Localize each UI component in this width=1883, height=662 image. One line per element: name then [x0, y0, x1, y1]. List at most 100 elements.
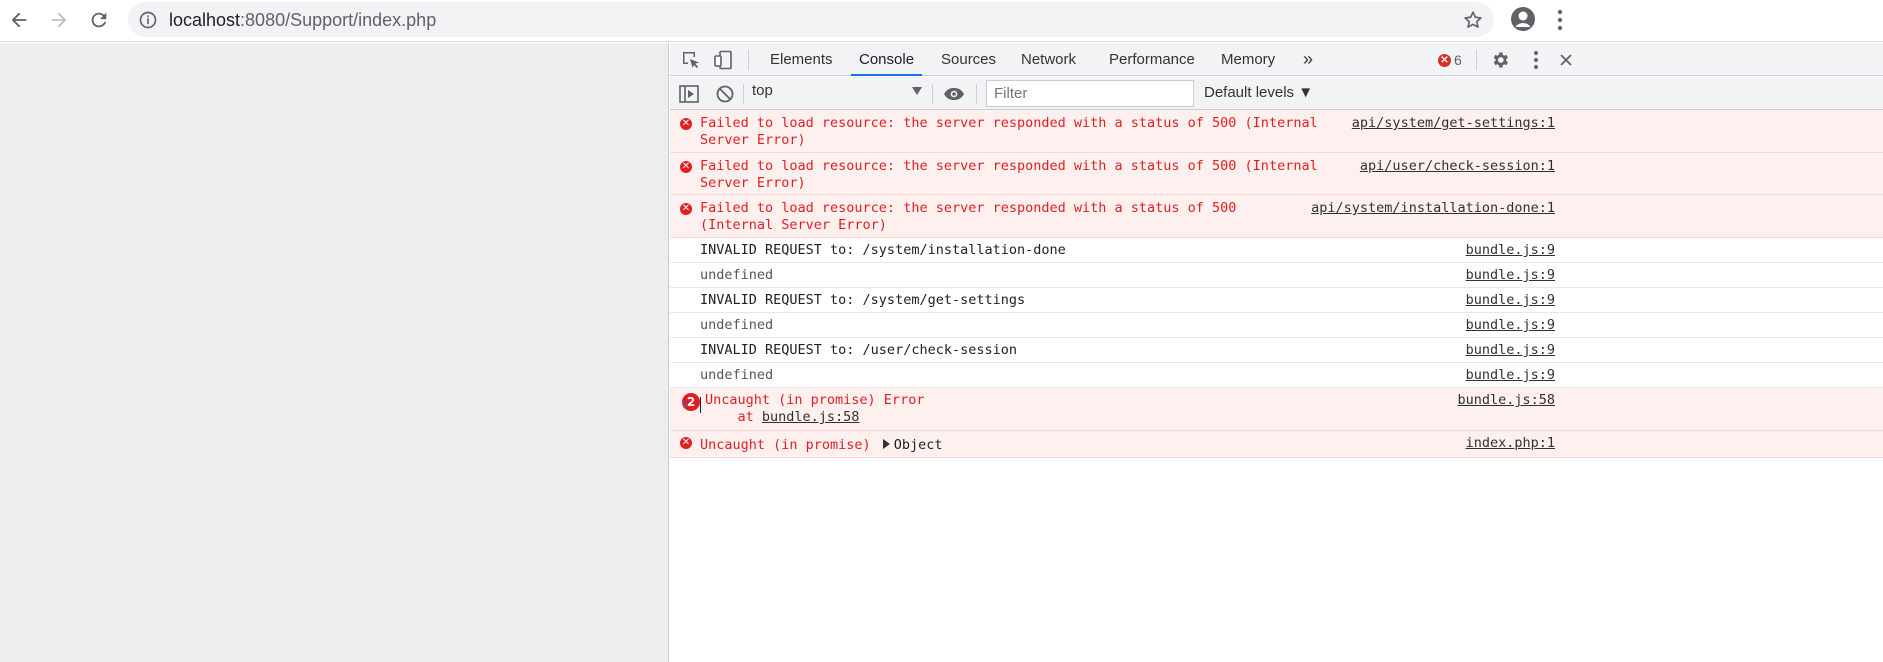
console-prompt[interactable]: ›: [670, 390, 1883, 420]
error-count-value: 6: [1454, 52, 1462, 68]
vertical-dots-icon: [1534, 51, 1538, 69]
error-message: Failed to load resource: the server resp…: [700, 115, 1318, 149]
error-icon: ✕: [1438, 53, 1451, 67]
log-text: undefined: [700, 367, 774, 383]
address-bar[interactable]: localhost:8080/Support/index.php: [128, 2, 1494, 37]
console-toolbar: top Default levels ▼: [670, 77, 1883, 110]
log-levels-dropdown[interactable]: Default levels ▼: [1204, 84, 1313, 101]
log-text: undefined: [700, 267, 774, 283]
url-host: localhost: [169, 10, 241, 30]
source-link[interactable]: bundle.js:9: [1466, 342, 1555, 359]
error-text-line: (Internal Server Error): [700, 217, 887, 233]
live-expression-button[interactable]: [943, 83, 965, 105]
forward-arrow-icon: [51, 12, 67, 28]
error-text-line: Failed to load resource: the server resp…: [700, 115, 1318, 131]
console-log-row: INVALID REQUEST to: /user/check-session …: [670, 338, 1883, 363]
expand-triangle-icon[interactable]: [882, 439, 890, 449]
tab-network[interactable]: Network: [1013, 43, 1084, 76]
error-message: Uncaught (in promise) Object: [700, 437, 942, 454]
bookmark-star-icon[interactable]: [1462, 9, 1484, 31]
source-link[interactable]: bundle.js:9: [1466, 242, 1555, 259]
console-log-row: undefined bundle.js:9: [670, 313, 1883, 338]
inspect-element-button[interactable]: [680, 49, 702, 71]
settings-button[interactable]: [1489, 49, 1511, 71]
error-message: Failed to load resource: the server resp…: [700, 200, 1236, 234]
show-sidebar-button[interactable]: [678, 83, 700, 105]
prompt-chevron-icon: ›: [680, 394, 690, 413]
context-value: top: [752, 82, 773, 99]
dropdown-arrow-icon: [912, 87, 922, 95]
url-path: :8080/Support/index.php: [240, 10, 437, 30]
tab-memory[interactable]: Memory: [1213, 43, 1283, 76]
log-text: undefined: [700, 317, 774, 333]
profile-avatar-icon[interactable]: [1510, 6, 1536, 32]
error-message: Failed to load resource: the server resp…: [700, 158, 1318, 192]
console-log-row: undefined bundle.js:9: [670, 363, 1883, 388]
back-button[interactable]: [5, 6, 33, 34]
source-link[interactable]: api/system/get-settings:1: [1352, 115, 1555, 132]
forward-button[interactable]: [45, 6, 73, 34]
tab-sources[interactable]: Sources: [933, 43, 1004, 76]
toolbar-separator: [932, 84, 933, 104]
source-link[interactable]: api/system/installation-done:1: [1311, 200, 1555, 217]
page-viewport: [0, 43, 669, 662]
text-caret: [700, 397, 701, 413]
console-log-row: INVALID REQUEST to: /system/get-settings…: [670, 288, 1883, 313]
source-link[interactable]: bundle.js:9: [1466, 267, 1555, 284]
log-text: INVALID REQUEST to: /system/installation…: [700, 242, 1066, 258]
devtools-menu-button[interactable]: [1525, 49, 1547, 71]
eye-icon: [944, 88, 964, 100]
devtools-panel: Elements Console Sources Network Perform…: [670, 43, 1883, 662]
tab-console[interactable]: Console: [851, 43, 923, 76]
console-error-row: ✕ Failed to load resource: the server re…: [670, 195, 1883, 238]
error-icon: ✕: [680, 437, 692, 449]
object-preview[interactable]: Object: [894, 437, 943, 453]
error-text-line: Server Error): [700, 175, 806, 191]
error-text-line: Server Error): [700, 132, 806, 148]
error-text: Uncaught (in promise): [700, 437, 871, 453]
source-link[interactable]: bundle.js:9: [1466, 367, 1555, 384]
browser-toolbar: localhost:8080/Support/index.php: [0, 0, 1883, 42]
console-log-row: undefined bundle.js:9: [670, 263, 1883, 288]
close-icon: [1560, 54, 1572, 66]
gear-icon: [1493, 52, 1508, 68]
device-mode-icon: [714, 50, 732, 70]
error-icon: ✕: [680, 118, 692, 130]
toolbar-separator: [743, 84, 744, 104]
error-text-line: Failed to load resource: the server resp…: [700, 200, 1237, 216]
device-toolbar-button[interactable]: [712, 49, 734, 71]
tab-performance[interactable]: Performance: [1101, 43, 1203, 76]
info-icon[interactable]: [138, 10, 158, 30]
toolbar-separator: [976, 84, 977, 104]
error-counter[interactable]: ✕ 6: [1438, 50, 1462, 70]
error-text-line: Failed to load resource: the server resp…: [700, 158, 1318, 174]
log-text: INVALID REQUEST to: /user/check-session: [700, 342, 1017, 358]
reload-button[interactable]: [85, 6, 113, 34]
url-text[interactable]: localhost:8080/Support/index.php: [169, 10, 436, 31]
log-text: INVALID REQUEST to: /system/get-settings: [700, 292, 1026, 308]
context-selector[interactable]: top: [752, 82, 922, 104]
source-link[interactable]: bundle.js:9: [1466, 292, 1555, 309]
source-link[interactable]: api/user/check-session:1: [1360, 158, 1555, 175]
console-error-row: ✕ Failed to load resource: the server re…: [670, 110, 1883, 153]
back-arrow-icon: [11, 12, 27, 28]
filter-input[interactable]: [986, 80, 1194, 107]
tab-elements[interactable]: Elements: [762, 43, 841, 76]
reload-icon: [91, 12, 107, 28]
close-devtools-button[interactable]: [1555, 49, 1577, 71]
tab-separator: [748, 50, 749, 70]
console-log-row: INVALID REQUEST to: /system/installation…: [670, 238, 1883, 263]
tab-separator: [1476, 50, 1477, 70]
devtools-tab-bar: Elements Console Sources Network Perform…: [670, 43, 1883, 76]
console-error-row: ✕ Uncaught (in promise) Object index.php:…: [670, 431, 1883, 458]
source-link[interactable]: index.php:1: [1466, 435, 1555, 452]
source-link[interactable]: bundle.js:9: [1466, 317, 1555, 334]
inspect-cursor-icon: [683, 52, 699, 68]
browser-menu-icon[interactable]: [1555, 8, 1565, 32]
console-error-row: ✕ Failed to load resource: the server re…: [670, 153, 1883, 195]
error-icon: ✕: [680, 203, 692, 215]
error-icon: ✕: [680, 161, 692, 173]
more-tabs-button[interactable]: »: [1295, 43, 1321, 76]
sidebar-toggle-icon: [679, 85, 699, 103]
clear-console-button[interactable]: [714, 83, 736, 105]
